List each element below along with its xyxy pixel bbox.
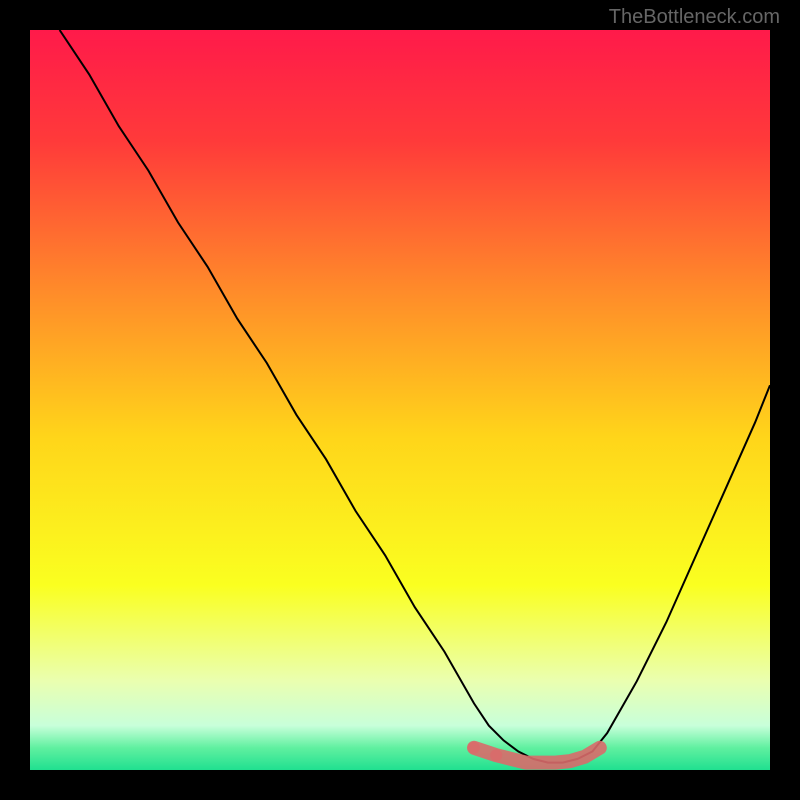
watermark-text: TheBottleneck.com [609, 6, 780, 29]
chart-curve-layer [30, 30, 770, 770]
chart-plot-area [30, 30, 770, 770]
bottleneck-curve [60, 30, 770, 763]
optimal-range-markers [468, 742, 600, 763]
